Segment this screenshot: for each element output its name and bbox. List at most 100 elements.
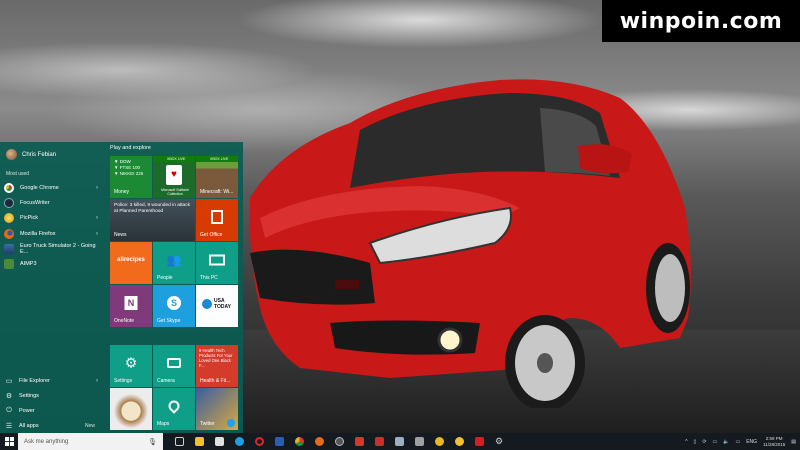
onenote-icon: N: [124, 295, 138, 310]
tile-food[interactable]: [110, 388, 152, 430]
task-view-icon[interactable]: [169, 433, 189, 450]
eurotruck-icon: [4, 243, 14, 254]
search-box[interactable]: Ask me anything 🎙: [18, 433, 163, 450]
paint-icon[interactable]: [349, 433, 369, 450]
tile-label: Minecraft: Wi...: [200, 189, 234, 195]
tile-onenote[interactable]: N OneNote: [110, 285, 152, 327]
tile-label: Get Office: [200, 232, 223, 238]
start-button[interactable]: [0, 433, 18, 450]
tile-label: Settings: [114, 378, 133, 384]
tile-camera[interactable]: Camera: [153, 345, 195, 387]
playing-cards-icon: ♥: [166, 165, 182, 185]
chrome-icon[interactable]: [289, 433, 309, 450]
file-explorer-icon[interactable]: [189, 433, 209, 450]
notifications-icon[interactable]: ▤: [791, 439, 796, 445]
store-icon[interactable]: [209, 433, 229, 450]
wallpaper-car-image: [249, 79, 691, 408]
chevron-right-icon[interactable]: ›: [96, 215, 98, 221]
tile-label: People: [157, 275, 173, 281]
app-item-focuswriter[interactable]: FocusWriter: [4, 195, 104, 210]
tile-settings[interactable]: ⚙ Settings: [110, 345, 152, 387]
filezilla-icon[interactable]: [369, 433, 389, 450]
tile-label: Twitter: [200, 421, 215, 427]
chevron-right-icon[interactable]: ›: [96, 231, 98, 237]
network-app-icon[interactable]: [389, 433, 409, 450]
network-icon[interactable]: ▭: [713, 439, 718, 445]
chevron-up-icon[interactable]: ^: [685, 439, 687, 445]
tile-news[interactable]: Police: 3 killed, 9 wounded in attack at…: [110, 199, 195, 241]
tile-solitaire[interactable]: XBOX LIVE ♥ Microsoft Solitaire Collecti…: [153, 156, 195, 198]
tile-health-fitness[interactable]: 9 Health Tech Products For Your Loved On…: [196, 345, 238, 387]
tile-this-pc[interactable]: This PC: [196, 242, 238, 284]
tile-get-office[interactable]: Get Office: [196, 199, 238, 241]
start-bottom-list: ▭ File Explorer › ⚙ Settings ⏻ Power ☰ A…: [4, 373, 104, 433]
tile-usa-today[interactable]: USA TODAY: [196, 285, 238, 327]
yellow-app-icon[interactable]: [429, 433, 449, 450]
gear-icon[interactable]: ⚙: [489, 433, 509, 450]
tile-get-skype[interactable]: S Get Skype: [153, 285, 195, 327]
word-icon[interactable]: [269, 433, 289, 450]
gear-icon: ⚙: [124, 354, 138, 371]
volume-icon[interactable]: 🔈: [723, 439, 729, 445]
skype-icon[interactable]: [229, 433, 249, 450]
tile-people[interactable]: 👥 People: [153, 242, 195, 284]
camera-icon: [167, 357, 181, 368]
microphone-icon[interactable]: 🎙: [148, 438, 157, 446]
health-headline: 9 Health Tech Products For Your Loved On…: [199, 348, 233, 368]
settings-item[interactable]: ⚙ Settings: [4, 388, 104, 403]
chevron-right-icon[interactable]: ›: [96, 185, 98, 191]
phone-icon[interactable]: ▯: [694, 439, 697, 445]
tile-label: Camera: [157, 378, 175, 384]
firefox-icon: [4, 228, 14, 239]
app-item-picpick[interactable]: PicPick ›: [4, 211, 104, 226]
emoji-app-icon[interactable]: [449, 433, 469, 450]
xbox-live-badge: XBOX LIVE: [153, 156, 195, 162]
obs-icon[interactable]: [329, 433, 349, 450]
all-apps-item[interactable]: ☰ All apps New: [4, 418, 104, 433]
taskbar-app-icons: ⚙: [169, 433, 509, 450]
tile-label: Maps: [157, 421, 170, 427]
allrecipes-logo: allrecipes: [117, 256, 145, 263]
system-tray: ^ ▯ ⟳ ▭ 🔈 ▭ ENG 2:59 PM 11/28/2015 ▤: [685, 433, 796, 450]
app-item-mozilla-firefox[interactable]: Mozilla Firefox ›: [4, 226, 104, 241]
file-explorer-item[interactable]: ▭ File Explorer ›: [4, 373, 104, 388]
skype-icon: S: [167, 295, 181, 310]
red-app-icon[interactable]: [469, 433, 489, 450]
aimp-icon: [4, 259, 14, 270]
focuswriter-icon: [4, 197, 14, 208]
twitter-bird-icon: [227, 419, 235, 427]
usa-today-dot-icon: [202, 299, 212, 309]
tile-label: This PC: [200, 275, 218, 281]
firefox-icon[interactable]: [309, 433, 329, 450]
tile-allrecipes[interactable]: allrecipes: [110, 242, 152, 284]
power-icon: ⏻: [6, 406, 12, 414]
user-account[interactable]: Chris Febian: [6, 149, 56, 160]
people-icon: 👥: [166, 252, 182, 267]
opera-icon[interactable]: [249, 433, 269, 450]
power-item[interactable]: ⏻ Power: [4, 403, 104, 418]
chevron-right-icon[interactable]: ›: [96, 378, 98, 384]
app-item-aimp3[interactable]: AIMP3: [4, 256, 104, 271]
tile-maps[interactable]: Maps: [153, 388, 195, 430]
tile-label: Health & Fit...: [200, 378, 231, 384]
language-indicator[interactable]: ENG: [746, 439, 757, 445]
app-item-euro-truck-simulator[interactable]: Euro Truck Simulator 2 - Going E...: [4, 241, 104, 256]
new-badge: New: [84, 422, 95, 429]
money-line-nikkei: ▼ NIKKEI 225: [114, 171, 144, 176]
tile-twitter[interactable]: Twitter: [196, 388, 238, 430]
avatar: [6, 149, 17, 160]
most-used-heading: Most used: [6, 171, 30, 177]
sync-icon[interactable]: ⟳: [702, 439, 706, 445]
app-item-google-chrome[interactable]: Google Chrome ›: [4, 180, 104, 195]
tile-money[interactable]: ▼ DOW ▼ FTSE 100 ▼ NIKKEI 225 Money: [110, 156, 152, 198]
joystick-icon[interactable]: [409, 433, 429, 450]
xbox-live-badge: XBOX LIVE: [196, 156, 238, 162]
tile-minecraft[interactable]: XBOX LIVE Minecraft: Wi...: [196, 156, 238, 198]
app-item-label: FocusWriter: [20, 199, 50, 206]
tile-label: News: [114, 232, 127, 238]
message-icon[interactable]: ▭: [735, 439, 740, 445]
app-item-label: Google Chrome: [20, 184, 59, 191]
clock[interactable]: 2:59 PM 11/28/2015: [763, 436, 785, 448]
windows-logo-icon: [4, 437, 14, 446]
search-placeholder: Ask me anything: [24, 438, 69, 445]
